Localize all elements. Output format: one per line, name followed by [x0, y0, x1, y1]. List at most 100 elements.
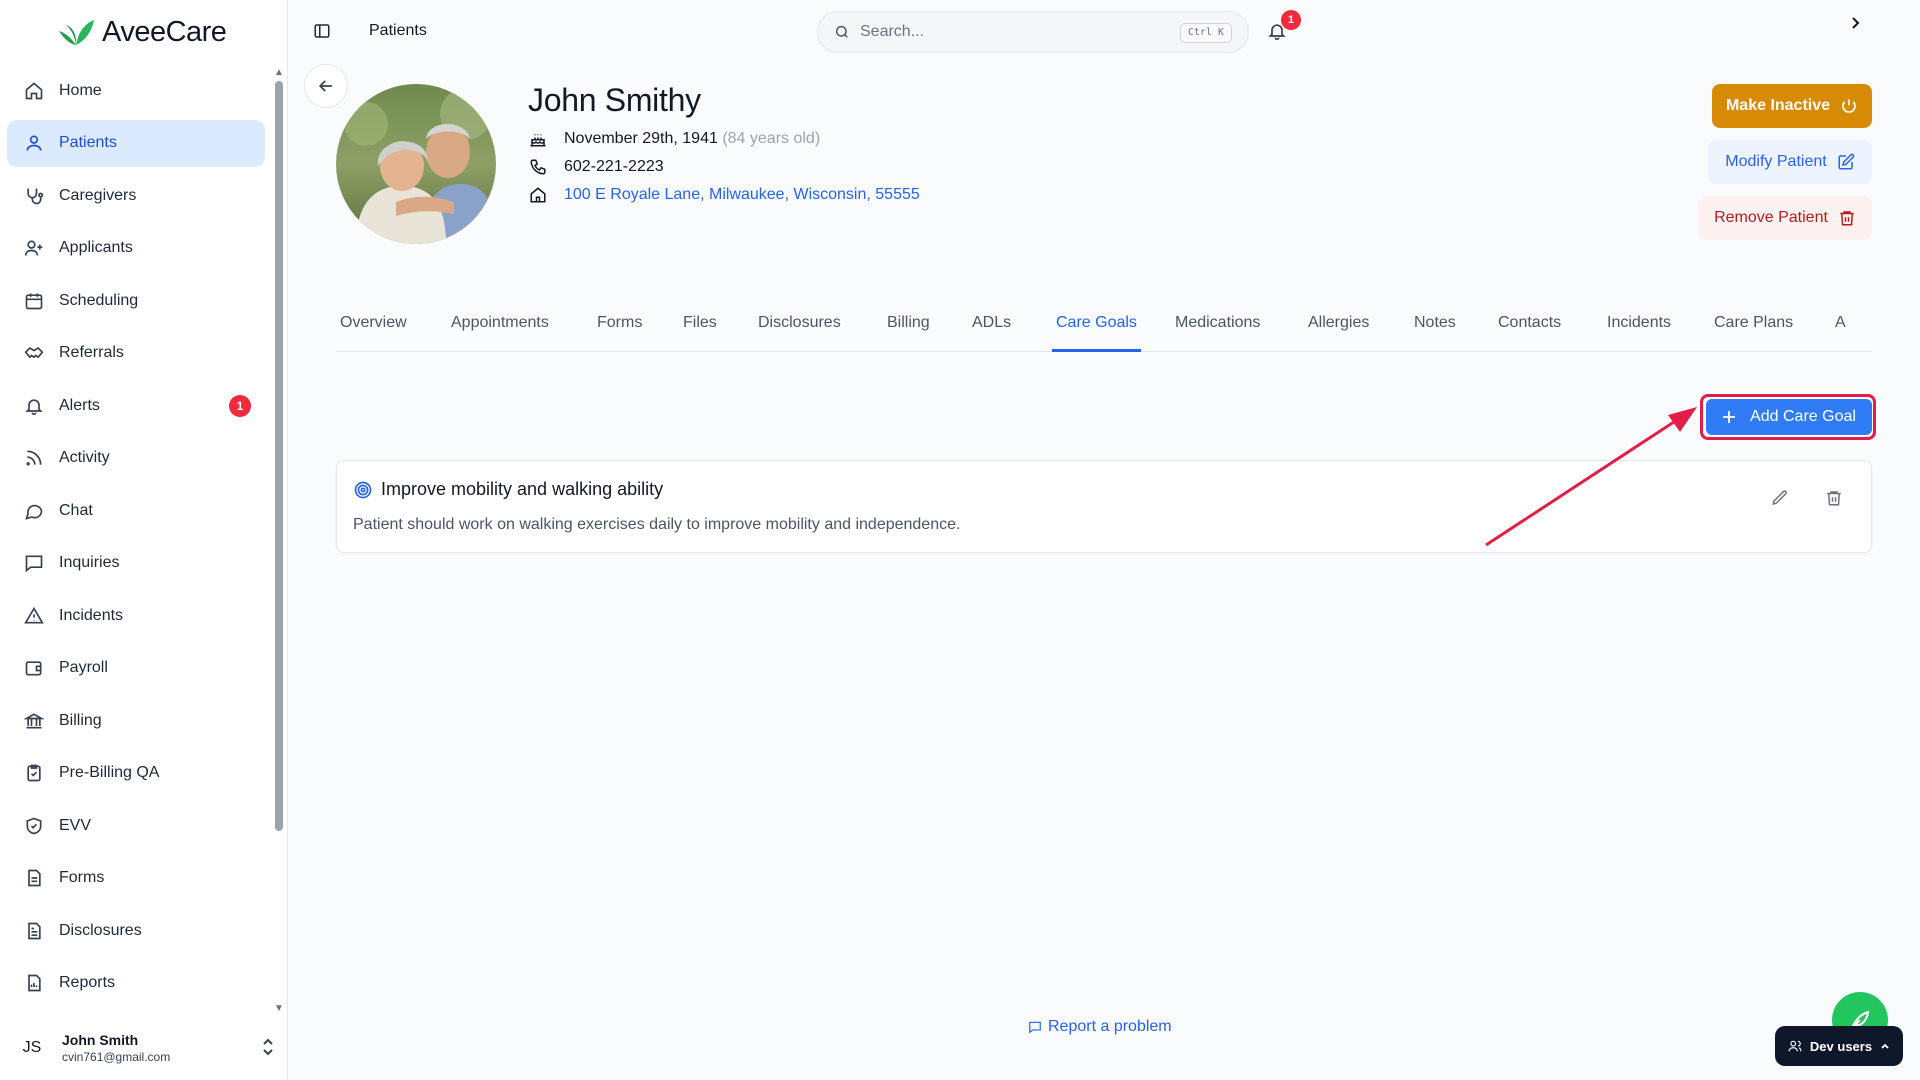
chevrons-up-down-icon[interactable]: [260, 1038, 276, 1056]
handshake-icon: [23, 342, 45, 364]
sidebar-scrollbar[interactable]: [275, 81, 283, 831]
arrow-left-icon: [316, 76, 336, 96]
sidebar-item-evv[interactable]: EVV: [7, 802, 265, 849]
bank-icon: [23, 710, 45, 732]
patient-phone-row: 602-221-2223: [528, 157, 664, 177]
sidebar-item-billing[interactable]: Billing: [7, 697, 265, 744]
sidebar-item-incidents[interactable]: Incidents: [7, 592, 265, 639]
sidebar-item-label: Activity: [59, 449, 110, 466]
sidebar-item-label: Home: [59, 81, 102, 99]
bell-icon: [23, 395, 45, 417]
sidebar-item-reports[interactable]: Reports: [7, 960, 265, 1007]
tab-contacts[interactable]: Contacts: [1494, 314, 1565, 352]
remove-patient-button[interactable]: Remove Patient: [1698, 196, 1872, 240]
shield-check-icon: [23, 815, 45, 837]
tab-care-goals[interactable]: Care Goals: [1052, 314, 1141, 352]
tab-more[interactable]: A: [1831, 314, 1850, 352]
sidebar-item-label: Incidents: [59, 606, 124, 624]
patient-name: John Smithy: [528, 82, 701, 118]
tab-adls[interactable]: ADLs: [968, 314, 1015, 352]
tab-notes[interactable]: Notes: [1410, 314, 1460, 352]
form-icon: [23, 867, 45, 889]
scroll-up-arrow-icon[interactable]: ▲: [273, 68, 285, 78]
sidebar-item-label: Disclosures: [59, 921, 142, 939]
sidebar-item-disclosures[interactable]: Disclosures: [7, 907, 265, 954]
report-icon: [23, 972, 45, 994]
clipboard-check-icon: [23, 762, 45, 784]
sidebar-item-label: Forms: [59, 869, 105, 886]
tab-medications[interactable]: Medications: [1171, 314, 1264, 352]
house-icon: [528, 185, 548, 205]
sidebar-item-label: Payroll: [59, 659, 108, 676]
make-inactive-button[interactable]: Make Inactive: [1712, 84, 1872, 128]
tab-allergies[interactable]: Allergies: [1304, 314, 1373, 352]
sidebar-item-inquiries[interactable]: Inquiries: [7, 540, 265, 587]
tab-files[interactable]: Files: [679, 314, 721, 352]
sidebar-item-payroll[interactable]: Payroll: [7, 645, 265, 692]
notifications-badge: 1: [1281, 10, 1301, 30]
document-icon: [23, 920, 45, 942]
sidebar-toggle-icon[interactable]: [313, 22, 331, 40]
sidebar-item-label: Pre-Billing QA: [59, 764, 160, 781]
trash-icon: [1838, 209, 1856, 227]
patient-dob: November 29th, 1941: [564, 130, 718, 147]
patient-age: (84 years old): [722, 130, 821, 147]
make-inactive-label: Make Inactive: [1725, 97, 1831, 114]
sidebar-nav: Home Patients Caregivers Applicants Sche…: [7, 67, 265, 1012]
warning-icon: [23, 605, 45, 627]
search-bar[interactable]: Ctrl K: [817, 11, 1249, 53]
tab-billing[interactable]: Billing: [883, 314, 934, 352]
sidebar-item-referrals[interactable]: Referrals: [7, 330, 265, 377]
dev-users-button[interactable]: Dev users: [1775, 1026, 1903, 1066]
logo[interactable]: AveeCare: [56, 14, 227, 50]
sidebar-item-label: Scheduling: [59, 291, 139, 309]
sidebar-item-label: Caregivers: [59, 186, 137, 204]
chevron-right-icon[interactable]: [1848, 14, 1862, 32]
sidebar-item-chat[interactable]: Chat: [7, 487, 265, 534]
report-problem-link[interactable]: Report a problem: [1028, 1018, 1172, 1036]
sidebar-item-forms[interactable]: Forms: [7, 855, 265, 902]
sidebar-item-pre-billing-qa[interactable]: Pre-Billing QA: [7, 750, 265, 797]
patient-tabs: Overview Appointments Forms Files Disclo…: [336, 304, 1872, 352]
user-email: cvin761@gmail.com: [62, 1050, 171, 1064]
sidebar-item-scheduling[interactable]: Scheduling: [7, 277, 265, 324]
tab-incidents[interactable]: Incidents: [1603, 314, 1675, 352]
stethoscope-icon: [23, 185, 45, 207]
search-input[interactable]: [860, 23, 1170, 41]
tab-disclosures[interactable]: Disclosures: [754, 314, 845, 352]
patient-address-link[interactable]: 100 E Royale Lane, Milwaukee, Wisconsin,…: [564, 186, 920, 204]
sidebar-item-caregivers[interactable]: Caregivers: [7, 172, 265, 219]
sidebar-item-home[interactable]: Home: [7, 67, 265, 114]
sidebar-item-alerts[interactable]: Alerts 1: [7, 382, 265, 429]
modify-patient-label: Modify Patient: [1725, 153, 1827, 170]
calendar-icon: [23, 290, 45, 312]
target-icon: [353, 480, 373, 500]
sidebar-item-activity[interactable]: Activity: [7, 435, 265, 482]
sidebar-item-applicants[interactable]: Applicants: [7, 225, 265, 272]
care-goal-card: Improve mobility and walking ability Pat…: [336, 460, 1872, 553]
tab-care-plans[interactable]: Care Plans: [1710, 314, 1797, 352]
patient-dob-row: November 29th, 1941 (84 years old): [528, 129, 820, 149]
scroll-down-arrow-icon[interactable]: ▼: [273, 1004, 285, 1014]
cake-icon: [528, 129, 548, 149]
sidebar-item-label: Applicants: [59, 239, 133, 256]
edit-pencil-icon[interactable]: [1771, 489, 1789, 507]
tab-forms[interactable]: Forms: [593, 314, 646, 352]
sidebar-item-label: Alerts: [59, 396, 100, 414]
add-care-goal-button[interactable]: Add Care Goal: [1706, 399, 1872, 435]
users-icon: [1788, 1039, 1802, 1053]
breadcrumb[interactable]: Patients: [369, 22, 427, 40]
patient-phone: 602-221-2223: [564, 158, 664, 175]
sidebar-item-label: Referrals: [59, 344, 124, 361]
edit-icon: [1837, 153, 1855, 171]
sidebar-item-patients[interactable]: Patients: [7, 119, 265, 167]
tab-appointments[interactable]: Appointments: [447, 314, 553, 352]
delete-trash-icon[interactable]: [1825, 489, 1843, 507]
sidebar-item-label: Chat: [59, 501, 93, 519]
sidebar: AveeCare Home Patients Caregivers Applic…: [0, 0, 288, 1080]
modify-patient-button[interactable]: Modify Patient: [1708, 140, 1872, 184]
phone-icon: [528, 157, 548, 177]
tab-overview[interactable]: Overview: [336, 314, 411, 352]
user-menu[interactable]: JS John Smith cvin761@gmail.com: [14, 1026, 276, 1070]
back-button[interactable]: [304, 64, 348, 108]
